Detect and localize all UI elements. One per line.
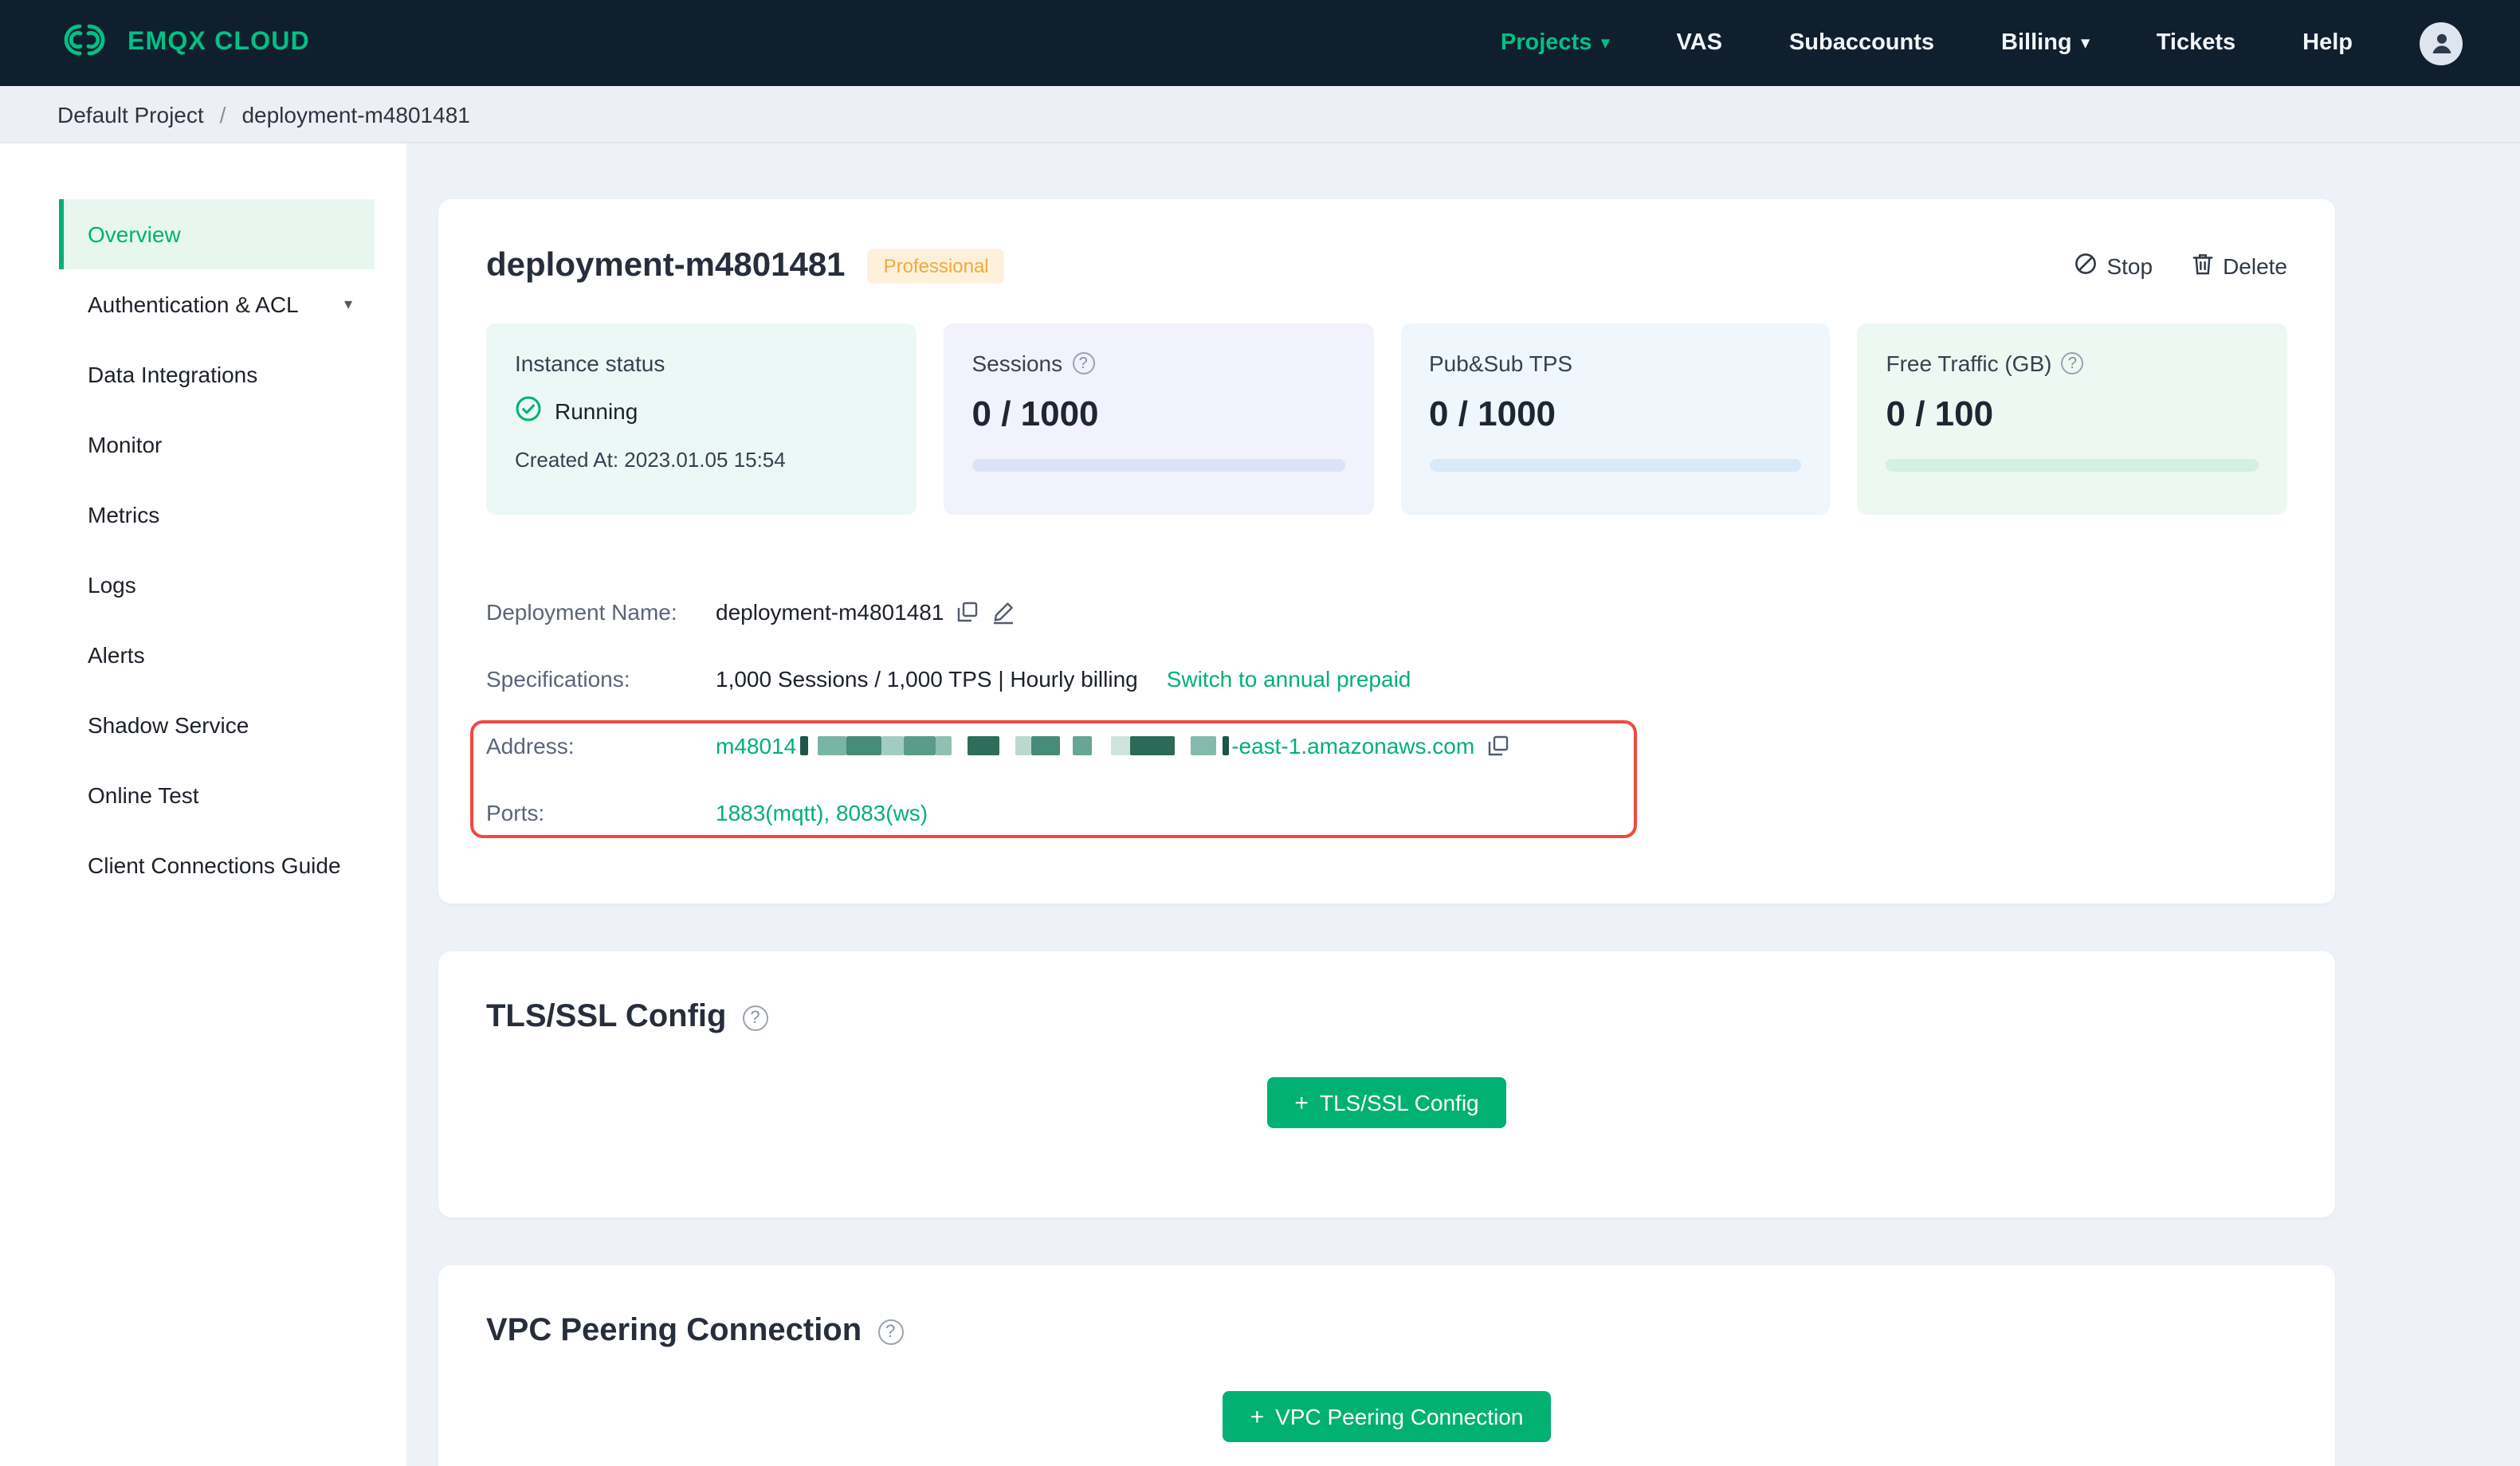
stat-free-traffic: Free Traffic (GB) ? 0 / 100: [1857, 323, 2287, 515]
vpc-peering-title: VPC Peering Connection: [486, 1313, 862, 1348]
stat-instance-status: Instance status Running Created At: 2023…: [486, 323, 917, 515]
brand-name: EMQX CLOUD: [128, 29, 310, 56]
top-nav: EMQX CLOUD Projects ▾ VAS Subaccounts Bil…: [0, 0, 2520, 86]
plus-icon: +: [1250, 1403, 1265, 1430]
nav-item-billing[interactable]: Billing ▾: [2001, 30, 2090, 56]
user-avatar[interactable]: [2420, 22, 2463, 65]
deployment-details: Deployment Name: deployment-m4801481 Spe…: [470, 578, 2287, 846]
redacted-address: [799, 736, 1229, 755]
tps-value: 0 / 1000: [1429, 394, 1556, 433]
deployment-name-row: Deployment Name: deployment-m4801481: [486, 578, 2287, 645]
sidebar-item-metrics[interactable]: Metrics: [59, 480, 375, 550]
breadcrumb: Default Project / deployment-m4801481: [0, 86, 2520, 143]
nav-item-tickets[interactable]: Tickets: [2157, 30, 2235, 56]
page: EMQX CLOUD Projects ▾ VAS Subaccounts Bil…: [0, 0, 2520, 1466]
vpc-peering-card: VPC Peering Connection ? + VPC Peering C…: [438, 1265, 2335, 1466]
plus-icon: +: [1294, 1089, 1309, 1116]
status-badge: Running: [555, 398, 638, 424]
sessions-value: 0 / 1000: [971, 394, 1099, 433]
traffic-value: 0 / 100: [1886, 394, 1994, 433]
stop-button[interactable]: Stop: [2073, 252, 2153, 280]
sidebar-item-monitor[interactable]: Monitor: [59, 410, 375, 480]
help-icon[interactable]: ?: [1072, 352, 1095, 374]
sidebar: Overview Authentication & ACL ▾ Data Int…: [0, 143, 406, 1466]
sidebar-item-overview[interactable]: Overview: [59, 199, 375, 269]
sidebar-item-alerts[interactable]: Alerts: [59, 620, 375, 690]
breadcrumb-project[interactable]: Default Project: [57, 101, 204, 127]
tls-ssl-title: TLS/SSL Config: [486, 999, 727, 1034]
nav-item-help[interactable]: Help: [2302, 30, 2353, 56]
add-tls-ssl-config-button[interactable]: + TLS/SSL Config: [1267, 1077, 1506, 1128]
nav-item-vas[interactable]: VAS: [1676, 30, 1722, 56]
breadcrumb-separator: /: [219, 101, 226, 127]
specifications-value: 1,000 Sessions / 1,000 TPS | Hourly bill…: [716, 666, 1138, 692]
switch-annual-prepaid-link[interactable]: Switch to annual prepaid: [1167, 666, 1411, 692]
tps-progress-bar: [1429, 459, 1802, 472]
created-at: Created At: 2023.01.05 15:54: [515, 448, 786, 472]
specifications-row: Specifications: 1,000 Sessions / 1,000 T…: [486, 666, 1411, 692]
breadcrumb-deployment: deployment-m4801481: [241, 101, 470, 127]
stop-icon: [2073, 252, 2097, 280]
copy-icon[interactable]: [1487, 735, 1509, 757]
tls-ssl-card: TLS/SSL Config ? + TLS/SSL Config: [438, 951, 2335, 1217]
brand-logo[interactable]: EMQX CLOUD: [57, 22, 310, 65]
stats-row: Instance status Running Created At: 2023…: [486, 323, 2287, 515]
check-circle-icon: [515, 395, 542, 427]
help-icon[interactable]: ?: [742, 1005, 768, 1030]
chevron-down-icon: ▾: [2081, 35, 2090, 53]
address-row: Address: m48014 -east-1.amazonaws.com: [486, 712, 2287, 779]
stat-sessions: Sessions ? 0 / 1000: [943, 323, 1373, 515]
chevron-down-icon: ▾: [343, 296, 352, 313]
traffic-progress-bar: [1886, 459, 2259, 472]
ports-value: 1883(mqtt), 8083(ws): [716, 800, 928, 825]
sidebar-item-data-integrations[interactable]: Data Integrations: [59, 339, 375, 410]
address-suffix: -east-1.amazonaws.com: [1231, 733, 1475, 758]
copy-icon[interactable]: [956, 601, 979, 623]
sidebar-item-logs[interactable]: Logs: [59, 550, 375, 620]
sidebar-item-client-connections-guide[interactable]: Client Connections Guide: [59, 830, 375, 900]
ports-row: Ports: 1883(mqtt), 8083(ws): [486, 800, 928, 825]
sidebar-item-shadow-service[interactable]: Shadow Service: [59, 690, 375, 760]
help-icon[interactable]: ?: [2061, 352, 2084, 374]
nav-item-subaccounts[interactable]: Subaccounts: [1789, 30, 1934, 56]
chevron-down-icon: ▾: [1601, 35, 1610, 53]
connection-info-group: Address: m48014 -east-1.amazonaws.com Po…: [470, 712, 2287, 846]
sidebar-item-authentication-acl[interactable]: Authentication & ACL ▾: [59, 269, 375, 339]
sidebar-item-online-test[interactable]: Online Test: [59, 760, 375, 830]
address-prefix: m48014: [716, 733, 797, 758]
edit-icon[interactable]: [991, 600, 1015, 624]
deployment-card: deployment-m4801481 Professional Stop De…: [438, 199, 2335, 904]
deployment-name-value: deployment-m4801481: [716, 599, 944, 625]
delete-button[interactable]: Delete: [2191, 252, 2287, 280]
sessions-progress-bar: [971, 459, 1344, 472]
trash-icon: [2191, 252, 2213, 280]
main-content: deployment-m4801481 Professional Stop De…: [406, 143, 2520, 1466]
nav-item-projects[interactable]: Projects ▾: [1501, 30, 1610, 56]
emqx-logo-icon: [57, 22, 112, 65]
deployment-title: deployment-m4801481: [486, 247, 846, 284]
add-vpc-peering-button[interactable]: + VPC Peering Connection: [1223, 1391, 1551, 1442]
plan-badge: Professional: [867, 249, 1005, 284]
help-icon[interactable]: ?: [877, 1319, 904, 1344]
nav-menu: Projects ▾ VAS Subaccounts Billing ▾ Ticke…: [1501, 22, 2463, 65]
stat-pubsub-tps: Pub&Sub TPS 0 / 1000: [1400, 323, 1831, 515]
